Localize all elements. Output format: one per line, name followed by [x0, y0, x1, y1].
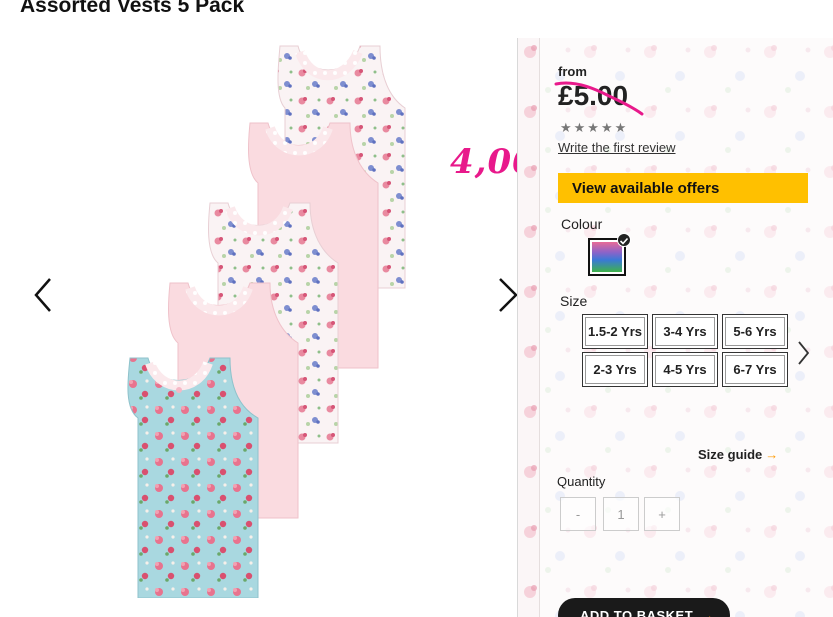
view-offers-button[interactable]: View available offers	[558, 173, 808, 203]
arrow-right-icon: →	[765, 447, 779, 462]
product-image	[127, 45, 406, 598]
write-review-link[interactable]: Write the first review	[558, 140, 676, 155]
purchase-panel: from £5.00 ★★★★★ Write the first review …	[517, 38, 833, 617]
star-rating: ★★★★★	[560, 120, 629, 135]
add-to-basket-label: ADD TO BASKET	[580, 607, 694, 617]
size-option[interactable]: 1.5-2 Yrs	[582, 314, 648, 349]
quantity-increase-button[interactable]: +	[644, 497, 680, 531]
size-options: 1.5-2 Yrs 3-4 Yrs 5-6 Yrs 2-3 Yrs 4-5 Yr…	[582, 314, 792, 390]
product-gallery: 4,00	[0, 30, 536, 617]
size-option[interactable]: 2-3 Yrs	[582, 352, 648, 387]
colour-label: Colour	[561, 216, 603, 232]
size-option[interactable]: 4-5 Yrs	[652, 352, 718, 387]
check-icon	[617, 233, 631, 247]
colour-swatch[interactable]	[588, 233, 631, 276]
price-strikethrough-annotation	[554, 81, 644, 116]
size-guide-label: Size guide	[698, 447, 763, 462]
size-option[interactable]: 5-6 Yrs	[722, 314, 788, 349]
size-option[interactable]: 3-4 Yrs	[652, 314, 718, 349]
quantity-input[interactable]: 1	[603, 497, 639, 531]
chevron-right-icon[interactable]	[793, 338, 813, 368]
add-to-basket-button[interactable]: ADD TO BASKET →	[558, 598, 730, 617]
size-label: Size	[560, 293, 588, 309]
arrow-right-icon: →	[701, 607, 715, 617]
chevron-left-icon[interactable]	[30, 275, 60, 315]
product-title: Assorted Vests 5 Pack	[20, 0, 245, 17]
quantity-decrease-button[interactable]: -	[560, 497, 596, 531]
size-option[interactable]: 6-7 Yrs	[722, 352, 788, 387]
quantity-label: Quantity	[557, 474, 606, 489]
size-guide-link[interactable]: Size guide →	[698, 447, 778, 462]
